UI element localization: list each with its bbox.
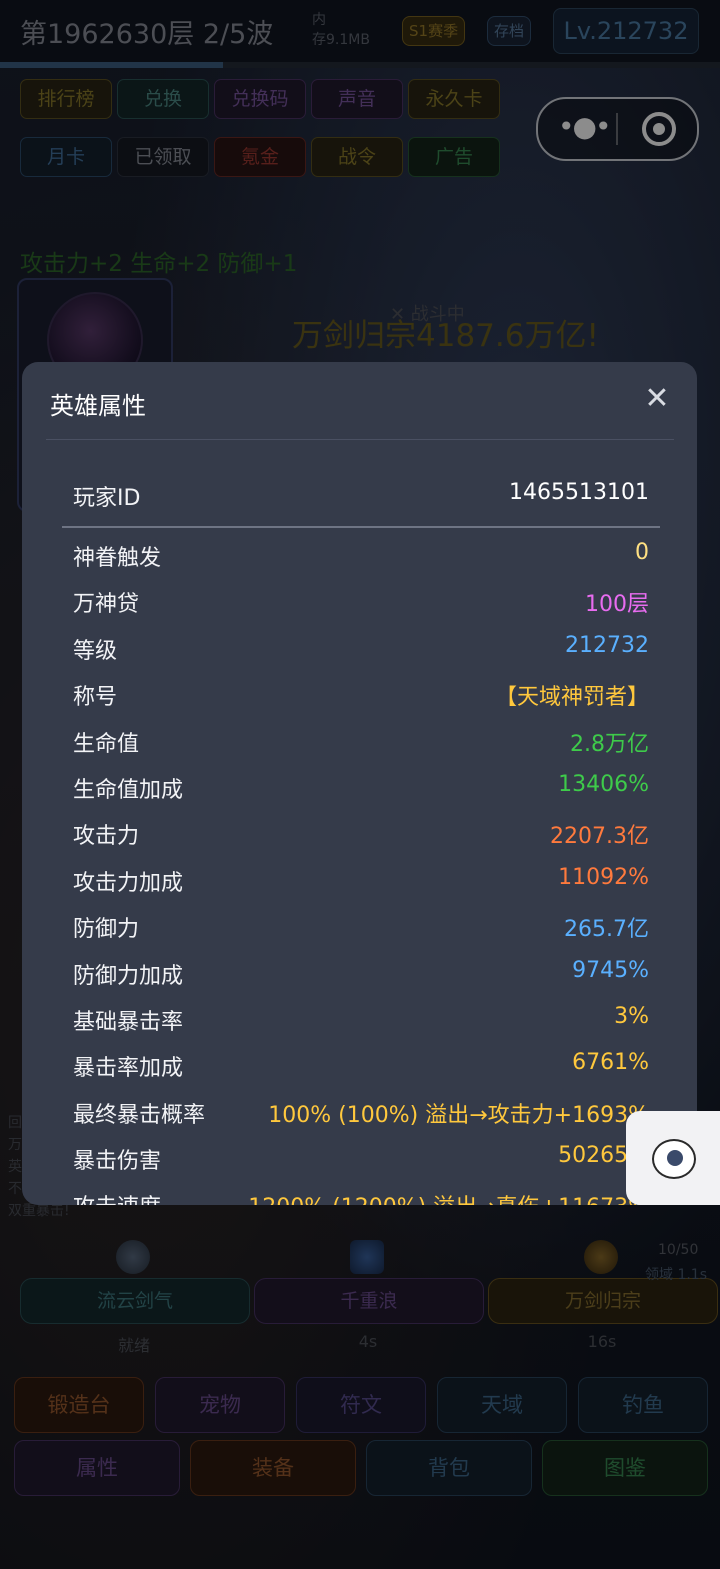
- modal-divider: [46, 439, 674, 440]
- attribute-value: 0: [635, 540, 649, 565]
- player-id-divider: [62, 526, 660, 528]
- hero-attributes-modal: 英雄属性 ✕ 玩家ID 1465513101 神眷触发 0 万神贷 100层等级 212…: [22, 362, 697, 1205]
- attribute-value: 【天域神罚者】: [494, 685, 649, 711]
- attribute-value: 2.8万亿: [570, 731, 649, 757]
- attribute-label: 防御力加成: [73, 963, 184, 989]
- attribute-label: 攻击力加成: [73, 870, 184, 896]
- attribute-label: 神眷触发: [73, 546, 162, 571]
- attribute-label: 暴击率加成: [73, 1056, 184, 1082]
- attribute-value: 3%: [614, 1003, 649, 1029]
- attribute-value: 2207.3亿: [550, 824, 649, 850]
- attribute-label: 基础暴击率: [73, 1009, 184, 1035]
- attribute-list: 神眷触发 0 万神贷 100层 等级 212732 称号 【天域神罚者】 生命值 2.8万亿 生命值…: [62, 534, 660, 1205]
- attribute-row: 最终暴击概率 100% (100%) 溢出→攻击力+1693%: [62, 1091, 660, 1137]
- attribute-row: 攻击力加成 11092%: [62, 859, 660, 905]
- close-icon[interactable]: ✕: [642, 384, 672, 414]
- attribute-value: 11092%: [558, 864, 649, 890]
- modal-title: 英雄属性: [50, 392, 146, 420]
- attribute-row: 等级 212732: [62, 627, 660, 673]
- attribute-row: 生命值 2.8万亿: [62, 720, 660, 766]
- attribute-label: 生命值: [73, 731, 140, 757]
- attribute-row: 神眷触发 0: [62, 534, 660, 580]
- attribute-value: 100% (100%) 溢出→攻击力+1693%: [268, 1102, 649, 1128]
- attribute-row: 攻击速度 1200% (1200%) 溢出→真伤+11673%: [62, 1183, 660, 1205]
- attribute-row: 暴击伤害 50265%: [62, 1137, 660, 1183]
- player-id-label: 玩家ID: [73, 486, 141, 511]
- player-id-row: 玩家ID 1465513101: [62, 476, 660, 518]
- attribute-row: 暴击率加成 6761%: [62, 1044, 660, 1090]
- attribute-value: 1200% (1200%) 溢出→真伤+11673%: [248, 1189, 649, 1205]
- assistant-bubble-icon: [652, 1139, 696, 1179]
- player-id-value: 1465513101: [509, 480, 649, 505]
- attribute-label: 暴击伤害: [73, 1149, 162, 1175]
- attribute-label: 万神贷: [73, 592, 140, 618]
- attribute-label: 生命值加成: [73, 777, 184, 803]
- attribute-value: 6761%: [572, 1050, 649, 1076]
- attribute-row: 防御力加成 9745%: [62, 952, 660, 998]
- attribute-row: 万神贷 100层: [62, 580, 660, 626]
- attribute-label: 等级: [73, 638, 118, 664]
- attribute-label: 防御力: [73, 917, 140, 943]
- attribute-row: 防御力 265.7亿: [62, 905, 660, 951]
- attribute-value: 265.7亿: [564, 917, 649, 943]
- attribute-value: 9745%: [572, 957, 649, 983]
- attribute-row: 称号 【天域神罚者】: [62, 673, 660, 719]
- attribute-label: 最终暴击概率: [73, 1102, 206, 1128]
- attribute-label: 攻击力: [73, 824, 140, 850]
- attribute-label: 攻击速度: [73, 1189, 161, 1205]
- attribute-label: 称号: [73, 685, 118, 711]
- attribute-value: 13406%: [558, 771, 649, 797]
- floating-assistant-button[interactable]: [626, 1111, 720, 1205]
- attribute-value: 100层: [585, 592, 649, 618]
- attribute-row: 生命值加成 13406%: [62, 766, 660, 812]
- attribute-value: 212732: [565, 632, 649, 658]
- attribute-row: 基础暴击率 3%: [62, 998, 660, 1044]
- attribute-row: 攻击力 2207.3亿: [62, 812, 660, 858]
